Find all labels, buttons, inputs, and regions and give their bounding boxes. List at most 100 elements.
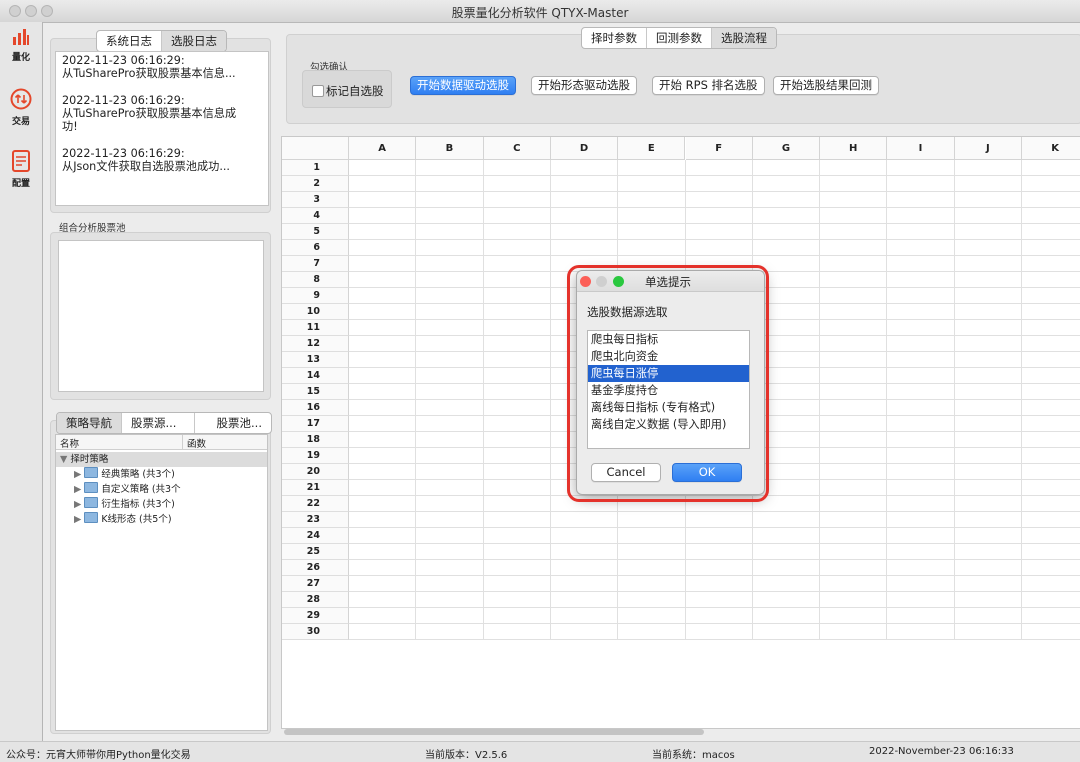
row-header[interactable]: 13 xyxy=(282,352,349,368)
chevron-right-icon: ▶ xyxy=(74,514,82,525)
row-header[interactable]: 25 xyxy=(282,544,349,560)
param-tabs: 择时参数 回测参数 选股流程 xyxy=(581,27,777,49)
backtest-selection-button[interactable]: 开始选股结果回测 xyxy=(773,76,879,95)
mark-favorite-checkbox[interactable] xyxy=(312,85,324,97)
row-header[interactable]: 15 xyxy=(282,384,349,400)
grid-row-line xyxy=(349,191,1080,192)
row-header[interactable]: 23 xyxy=(282,512,349,528)
tab-system-log[interactable]: 系统日志 xyxy=(97,31,162,51)
row-header[interactable]: 5 xyxy=(282,224,349,240)
row-header[interactable]: 28 xyxy=(282,592,349,608)
column-header[interactable]: H xyxy=(820,137,888,160)
chevron-right-icon: ▶ xyxy=(74,484,82,495)
row-header[interactable]: 12 xyxy=(282,336,349,352)
grid-row-line xyxy=(349,207,1080,208)
column-header[interactable]: J xyxy=(954,137,1022,160)
grid-column-line xyxy=(953,160,955,640)
row-header[interactable]: 14 xyxy=(282,368,349,384)
row-header[interactable]: 18 xyxy=(282,432,349,448)
tree-item[interactable]: ▶ 经典策略 (共3个) xyxy=(56,467,267,482)
row-header[interactable]: 29 xyxy=(282,608,349,624)
data-driven-selection-button[interactable]: 开始数据驱动选股 xyxy=(410,76,516,95)
tab-selection-flow[interactable]: 选股流程 xyxy=(712,28,776,48)
row-header[interactable]: 19 xyxy=(282,448,349,464)
tree-item[interactable]: ▶ K线形态 (共5个) xyxy=(56,512,267,527)
tab-timing-params[interactable]: 择时参数 xyxy=(582,28,647,48)
row-header[interactable]: 22 xyxy=(282,496,349,512)
column-header[interactable]: D xyxy=(550,137,619,160)
nav-trade-button[interactable]: 交易 xyxy=(4,88,38,127)
grid-column-line xyxy=(819,160,821,640)
row-header[interactable]: 8 xyxy=(282,272,349,288)
tree-item-label: 衍生指标 (共3个) xyxy=(101,499,175,510)
highlight-frame xyxy=(567,265,769,502)
tree-col-name[interactable]: 名称 xyxy=(56,435,183,450)
left-nav-bar: 量化 交易 配置 xyxy=(0,22,43,741)
trade-arrows-icon xyxy=(10,88,32,110)
bar-chart-icon xyxy=(13,29,29,45)
row-header[interactable]: 17 xyxy=(282,416,349,432)
row-header[interactable]: 16 xyxy=(282,400,349,416)
row-header[interactable]: 2 xyxy=(282,176,349,192)
tree-item[interactable]: ▶ 自定义策略 (共3个 xyxy=(56,482,267,497)
column-header[interactable]: E xyxy=(618,137,686,160)
column-header[interactable]: B xyxy=(416,137,484,160)
tree-item-label: 自定义策略 (共3个 xyxy=(101,484,181,495)
row-header[interactable]: 11 xyxy=(282,320,349,336)
strategy-tree[interactable]: 名称 函数 ▼ 择时策略 ▶ 经典策略 (共3个) ▶ 自定义策略 (共3个 ▶ 衍生指… xyxy=(55,434,268,731)
rps-ranking-selection-button[interactable]: 开始 RPS 排名选股 xyxy=(652,76,765,95)
log-message: 从TuSharePro获取股票基本信息成功! xyxy=(62,107,237,133)
grid-corner[interactable] xyxy=(282,137,349,160)
tab-strategy-nav[interactable]: 策略导航 xyxy=(57,413,122,433)
row-header[interactable]: 3 xyxy=(282,192,349,208)
tab-backtest-params[interactable]: 回测参数 xyxy=(647,28,712,48)
log-time: 2022-11-23 06:16:29: xyxy=(62,54,185,67)
tree-item[interactable]: ▶ 衍生指标 (共3个) xyxy=(56,497,267,512)
row-header[interactable]: 4 xyxy=(282,208,349,224)
grid-row-line xyxy=(349,543,1080,544)
grid-column-line xyxy=(482,160,484,640)
grid-column-line xyxy=(1021,160,1022,640)
status-version: 当前版本：V2.5.6 xyxy=(425,750,508,761)
tree-col-func[interactable]: 函数 xyxy=(183,435,210,450)
row-header[interactable]: 26 xyxy=(282,560,349,576)
row-header[interactable]: 30 xyxy=(282,624,349,640)
row-header[interactable]: 10 xyxy=(282,304,349,320)
grid-row-line xyxy=(349,527,1080,528)
grid-row-line xyxy=(349,623,1080,624)
column-header[interactable]: A xyxy=(349,137,417,160)
grid-column-line xyxy=(415,160,417,640)
grid-row-line xyxy=(349,575,1080,576)
log-text-area[interactable]: 2022-11-23 06:16:29: 从TuSharePro获取股票基本信息.… xyxy=(55,51,269,206)
log-time: 2022-11-23 06:16:29: xyxy=(62,147,185,160)
column-header[interactable]: I xyxy=(887,137,955,160)
stock-pool-list[interactable] xyxy=(58,240,264,392)
row-header[interactable]: 20 xyxy=(282,464,349,480)
column-header[interactable]: F xyxy=(685,137,753,160)
row-header[interactable]: 24 xyxy=(282,528,349,544)
row-header[interactable]: 21 xyxy=(282,480,349,496)
horizontal-scrollbar[interactable] xyxy=(284,729,704,735)
row-header[interactable]: 7 xyxy=(282,256,349,272)
row-header[interactable]: 6 xyxy=(282,240,349,256)
grid-row-line xyxy=(349,239,1080,240)
row-header[interactable]: 27 xyxy=(282,576,349,592)
status-datetime: 2022-November-23 06:16:33 xyxy=(869,746,1014,757)
column-header[interactable]: G xyxy=(752,137,821,160)
log-tabs: 系统日志 选股日志 xyxy=(96,30,227,52)
tree-header: 名称 函数 xyxy=(56,435,267,450)
tree-root-item[interactable]: ▼ 择时策略 xyxy=(56,452,267,467)
tree-item-label: K线形态 (共5个) xyxy=(101,514,172,525)
column-header[interactable]: K xyxy=(1022,137,1080,160)
folder-icon xyxy=(84,512,99,523)
tab-selection-log[interactable]: 选股日志 xyxy=(162,31,226,51)
nav-config-button[interactable]: 配置 xyxy=(4,150,38,189)
nav-quant-button[interactable]: 量化 xyxy=(4,28,38,63)
row-header[interactable]: 1 xyxy=(282,160,349,176)
pattern-driven-selection-button[interactable]: 开始形态驱动选股 xyxy=(531,76,637,95)
tab-stock-source[interactable]: 股票源... xyxy=(122,413,195,433)
column-header[interactable]: C xyxy=(483,137,551,160)
status-wechat: 公众号：元宵大师带你用Python量化交易 xyxy=(6,750,191,761)
tab-stock-pool[interactable]: 股票池... xyxy=(195,413,271,433)
row-header[interactable]: 9 xyxy=(282,288,349,304)
